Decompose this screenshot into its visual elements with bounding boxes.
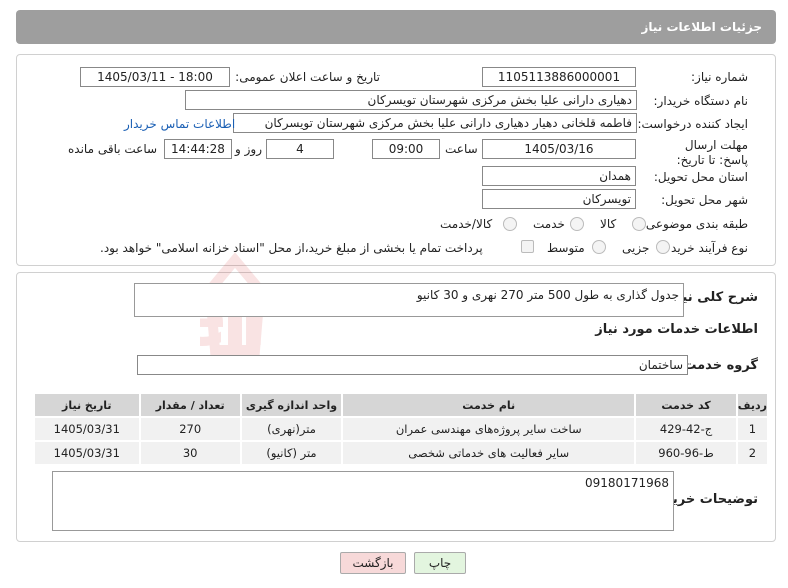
table-row: 2 ط-96-960 سایر فعالیت های خدماتی شخصی م… — [33, 440, 770, 466]
col-service-name: نام خدمت — [341, 392, 637, 418]
table-header-row: ردیف کد خدمت نام خدمت واحد اندازه گیری ت… — [33, 392, 770, 418]
category-goods-label: کالا — [600, 217, 617, 231]
remaining-label: ساعت باقی مانده — [68, 142, 158, 156]
need-number-label: شماره نیاز: — [691, 70, 748, 84]
category-goods-service-radio[interactable] — [503, 217, 517, 231]
cell-quantity: 270 — [138, 416, 242, 442]
process-medium-radio[interactable] — [592, 240, 606, 254]
category-service-radio[interactable] — [570, 217, 584, 231]
col-unit: واحد اندازه گیری — [239, 392, 344, 418]
col-service-code: کد خدمت — [634, 392, 738, 418]
col-quantity: تعداد / مقدار — [138, 392, 242, 418]
print-button[interactable]: چاپ — [414, 552, 466, 574]
category-label: طبقه بندی موضوعی: — [641, 217, 748, 231]
remaining-time-field: 14:44:28 — [164, 139, 232, 159]
page-header: جزئیات اطلاعات نیاز — [16, 10, 776, 44]
deadline-label: مهلت ارسال پاسخ: تا تاریخ: — [676, 138, 748, 167]
cell-quantity: 30 — [138, 440, 242, 466]
category-goods-radio[interactable] — [632, 217, 646, 231]
province-label: استان محل تحویل: — [653, 170, 748, 184]
service-group-label: گروه خدمت: — [678, 358, 758, 373]
cell-need-date: 1405/03/31 — [33, 440, 141, 466]
cell-service-name: ساخت سایر پروژه‌های مهندسی عمران — [341, 416, 637, 442]
table-row: 1 ج-42-429 ساخت سایر پروژه‌های مهندسی عم… — [33, 416, 770, 442]
announce-field: 1405/03/11 - 18:00 — [80, 67, 230, 87]
cell-unit: متر(نهری) — [239, 416, 344, 442]
process-minor-label: جزیی — [622, 241, 650, 255]
service-group-field: ساختمان — [137, 355, 688, 375]
creator-label: ایجاد کننده درخواست: — [637, 117, 748, 131]
process-label: نوع فرآیند خرید : — [663, 241, 748, 255]
contact-info-link[interactable]: اطلاعات تماس خریدار — [124, 117, 235, 131]
creator-field: فاطمه قلخانی دهیار دهیاری دارانی علیا بخ… — [233, 113, 637, 133]
deadline-time-field: 09:00 — [372, 139, 440, 159]
deadline-date-field: 1405/03/16 — [482, 139, 636, 159]
buyer-org-field: دهیاری دارانی علیا بخش مرکزی شهرستان توی… — [185, 90, 637, 110]
cell-need-date: 1405/03/31 — [33, 416, 141, 442]
buyer-org-label: نام دستگاه خریدار: — [653, 94, 749, 108]
buyer-notes-textarea[interactable]: 09180171968 — [52, 471, 674, 531]
summary-textarea[interactable]: جدول گذاری به طول 500 متر 270 نهری و 30 … — [134, 283, 684, 317]
category-service-label: خدمت — [533, 217, 565, 231]
province-field: همدان — [482, 166, 636, 186]
services-table: ردیف کد خدمت نام خدمت واحد اندازه گیری ت… — [33, 392, 770, 466]
payment-note: پرداخت تمام یا بخشی از مبلغ خرید،از محل … — [100, 241, 483, 255]
cell-service-name: سایر فعالیت های خدماتی شخصی — [341, 440, 637, 466]
services-title: اطلاعات خدمات مورد نیاز — [595, 322, 758, 337]
cell-unit: متر (کانیو) — [239, 440, 344, 466]
cell-row: 2 — [735, 440, 770, 466]
days-label: روز و — [235, 142, 262, 156]
col-row: ردیف — [735, 392, 770, 418]
col-need-date: تاریخ نیاز — [33, 392, 141, 418]
cell-service-code: ج-42-429 — [634, 416, 738, 442]
days-field: 4 — [266, 139, 334, 159]
cell-row: 1 — [735, 416, 770, 442]
time-label: ساعت — [445, 142, 478, 156]
process-medium-label: متوسط — [547, 241, 585, 255]
city-field: تویسرکان — [482, 189, 636, 209]
category-goods-service-label: کالا/خدمت — [440, 217, 493, 231]
process-minor-radio[interactable] — [656, 240, 670, 254]
treasury-payment-checkbox[interactable] — [521, 240, 534, 253]
back-button[interactable]: بازگشت — [340, 552, 406, 574]
page-title: جزئیات اطلاعات نیاز — [641, 20, 762, 34]
city-label: شهر محل تحویل: — [661, 193, 748, 207]
cell-service-code: ط-96-960 — [634, 440, 738, 466]
need-number-field: 1105113886000001 — [482, 67, 636, 87]
announce-label: تاریخ و ساعت اعلان عمومی: — [235, 70, 380, 84]
